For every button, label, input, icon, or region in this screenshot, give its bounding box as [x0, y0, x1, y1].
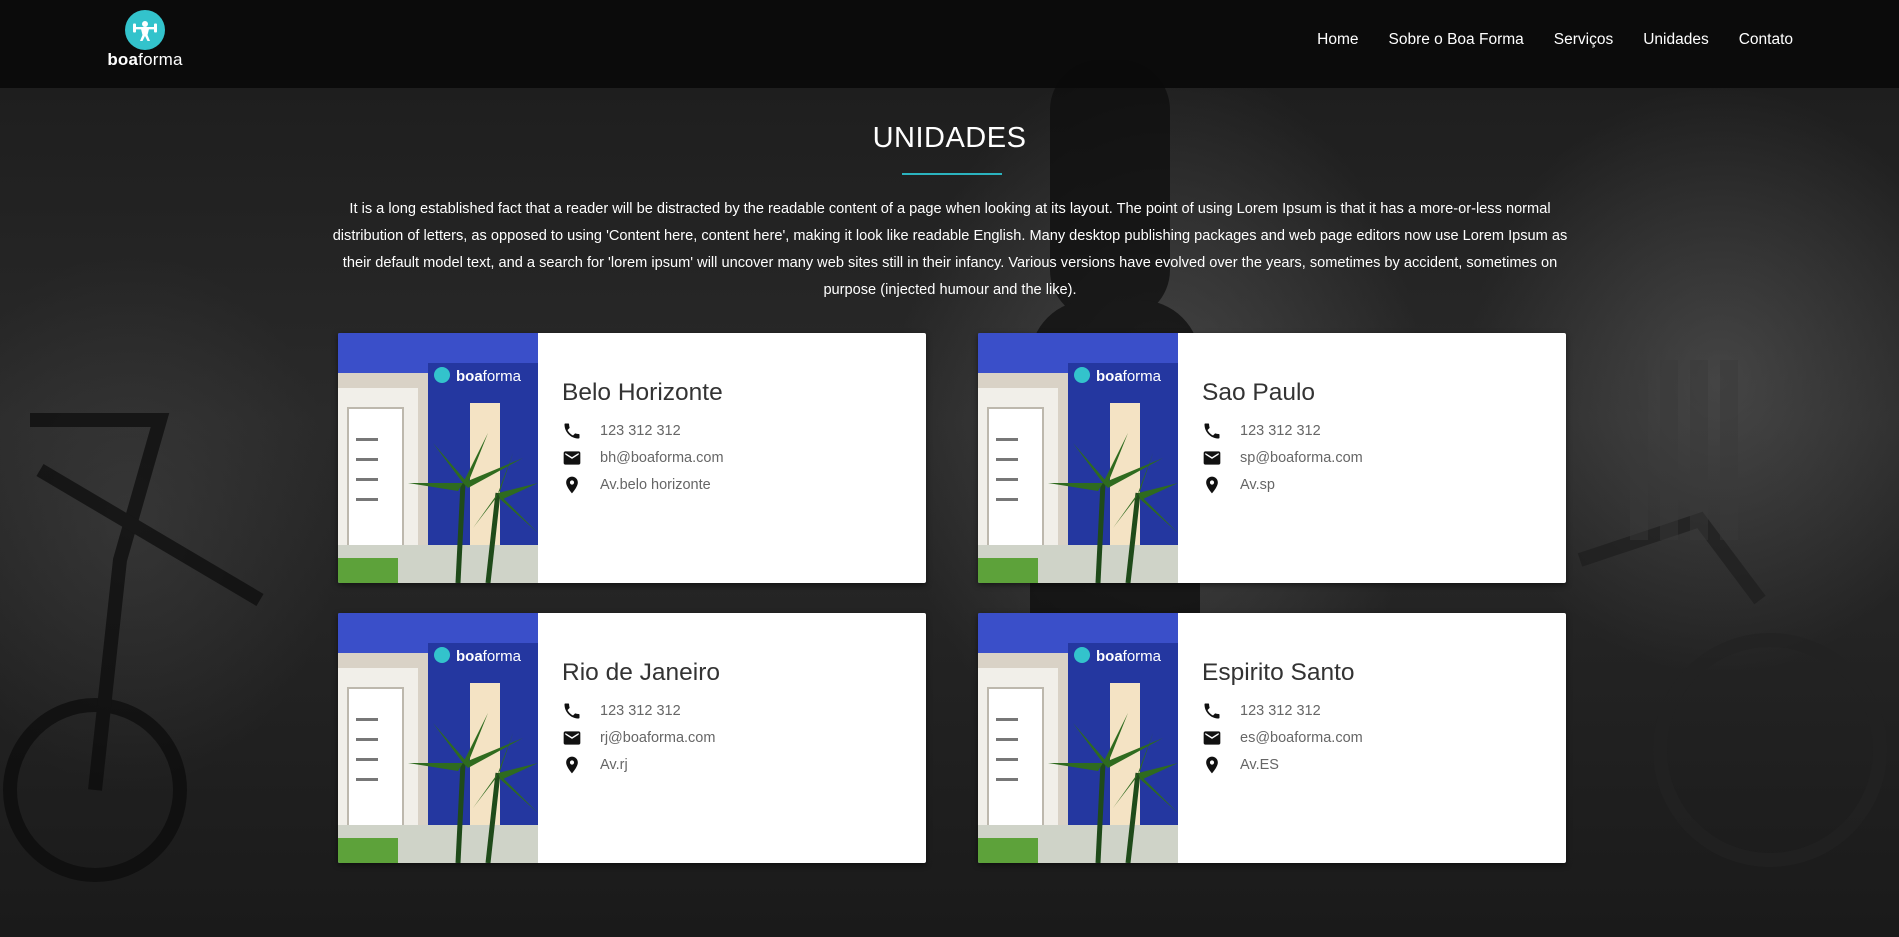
map-pin-icon	[1202, 755, 1222, 775]
unit-phone: 123 312 312	[1240, 422, 1321, 439]
unit-email[interactable]: bh@boaforma.com	[600, 450, 724, 466]
envelope-icon	[562, 448, 582, 468]
envelope-icon	[1202, 448, 1222, 468]
unit-card-espirito-santo[interactable]: boaforma Espirito Santo 123 312 312 es@b…	[978, 613, 1566, 863]
unit-email-row: es@boaforma.com	[1202, 724, 1542, 751]
phone-icon	[562, 421, 582, 441]
unit-address-row: Av.ES	[1202, 751, 1542, 778]
unit-card-body: Belo Horizonte 123 312 312 bh@boaforma.c…	[562, 379, 902, 498]
unit-email-row: bh@boaforma.com	[562, 444, 902, 471]
phone-icon	[562, 701, 582, 721]
unit-card-body: Sao Paulo 123 312 312 sp@boaforma.com Av…	[1202, 379, 1542, 498]
unit-phone-row: 123 312 312	[562, 697, 902, 724]
map-pin-icon	[562, 475, 582, 495]
storefront-image: boaforma	[978, 613, 1178, 863]
unit-name: Espirito Santo	[1202, 659, 1355, 686]
unit-address-row: Av.rj	[562, 751, 902, 778]
brand-logo[interactable]: boaforma	[104, 10, 186, 72]
storefront-sign: boaforma	[456, 648, 522, 665]
map-pin-icon	[1202, 475, 1222, 495]
section-title: UNIDADES	[872, 122, 1027, 154]
storefront-sign: boaforma	[1096, 648, 1162, 665]
unit-address: Av.belo horizonte	[600, 476, 711, 493]
unit-card-belo-horizonte[interactable]: boaforma Belo Horizonte 123 312 312 bh@b…	[338, 333, 926, 583]
unit-phone: 123 312 312	[1240, 702, 1321, 719]
unit-card-body: Rio de Janeiro 123 312 312 rj@boaforma.c…	[562, 659, 902, 778]
storefront-sign: boaforma	[456, 368, 522, 385]
phone-icon	[1202, 701, 1222, 721]
section-intro: It is a long established fact that a rea…	[332, 201, 1568, 298]
unit-phone-row: 123 312 312	[562, 417, 902, 444]
unit-address: Av.rj	[600, 756, 628, 773]
unit-email[interactable]: es@boaforma.com	[1240, 730, 1363, 746]
unit-email-row: rj@boaforma.com	[562, 724, 902, 751]
unit-name: Belo Horizonte	[562, 379, 723, 406]
envelope-icon	[1202, 728, 1222, 748]
nav-link-home[interactable]: Home	[1317, 31, 1358, 49]
unit-address: Av.sp	[1240, 476, 1275, 493]
phone-icon	[1202, 421, 1222, 441]
main-nav: Home Sobre o Boa Forma Serviços Unidades…	[1317, 31, 1793, 49]
storefront-image: boaforma	[338, 333, 538, 583]
storefront-image: boaforma	[978, 333, 1178, 583]
unit-phone-row: 123 312 312	[1202, 697, 1542, 724]
unit-address-row: Av.belo horizonte	[562, 471, 902, 498]
brand-wordmark: boaforma	[107, 50, 183, 69]
nav-link-servicos[interactable]: Serviços	[1554, 31, 1613, 49]
unit-card-body: Espirito Santo 123 312 312 es@boaforma.c…	[1202, 659, 1542, 778]
storefront-sign: boaforma	[1096, 368, 1162, 385]
storefront-image: boaforma	[338, 613, 538, 863]
unit-phone: 123 312 312	[600, 422, 681, 439]
nav-link-contato[interactable]: Contato	[1739, 31, 1793, 49]
nav-link-unidades[interactable]: Unidades	[1643, 31, 1709, 49]
unit-card-rio-de-janeiro[interactable]: boaforma Rio de Janeiro 123 312 312 rj@b…	[338, 613, 926, 863]
envelope-icon	[562, 728, 582, 748]
unit-phone-row: 123 312 312	[1202, 417, 1542, 444]
map-pin-icon	[562, 755, 582, 775]
unit-email-row: sp@boaforma.com	[1202, 444, 1542, 471]
unit-address: Av.ES	[1240, 756, 1279, 773]
dumbbell-lifter-icon	[125, 10, 165, 50]
unit-address-row: Av.sp	[1202, 471, 1542, 498]
title-underline	[902, 173, 1002, 175]
unit-card-sao-paulo[interactable]: boaforma Sao Paulo 123 312 312 sp@boafor…	[978, 333, 1566, 583]
unit-email[interactable]: rj@boaforma.com	[600, 730, 715, 746]
unit-phone: 123 312 312	[600, 702, 681, 719]
nav-link-sobre[interactable]: Sobre o Boa Forma	[1389, 31, 1524, 49]
top-navbar: boaforma Home Sobre o Boa Forma Serviços…	[0, 0, 1899, 88]
unit-name: Rio de Janeiro	[562, 659, 720, 686]
unit-email[interactable]: sp@boaforma.com	[1240, 450, 1363, 466]
unit-name: Sao Paulo	[1202, 379, 1316, 406]
